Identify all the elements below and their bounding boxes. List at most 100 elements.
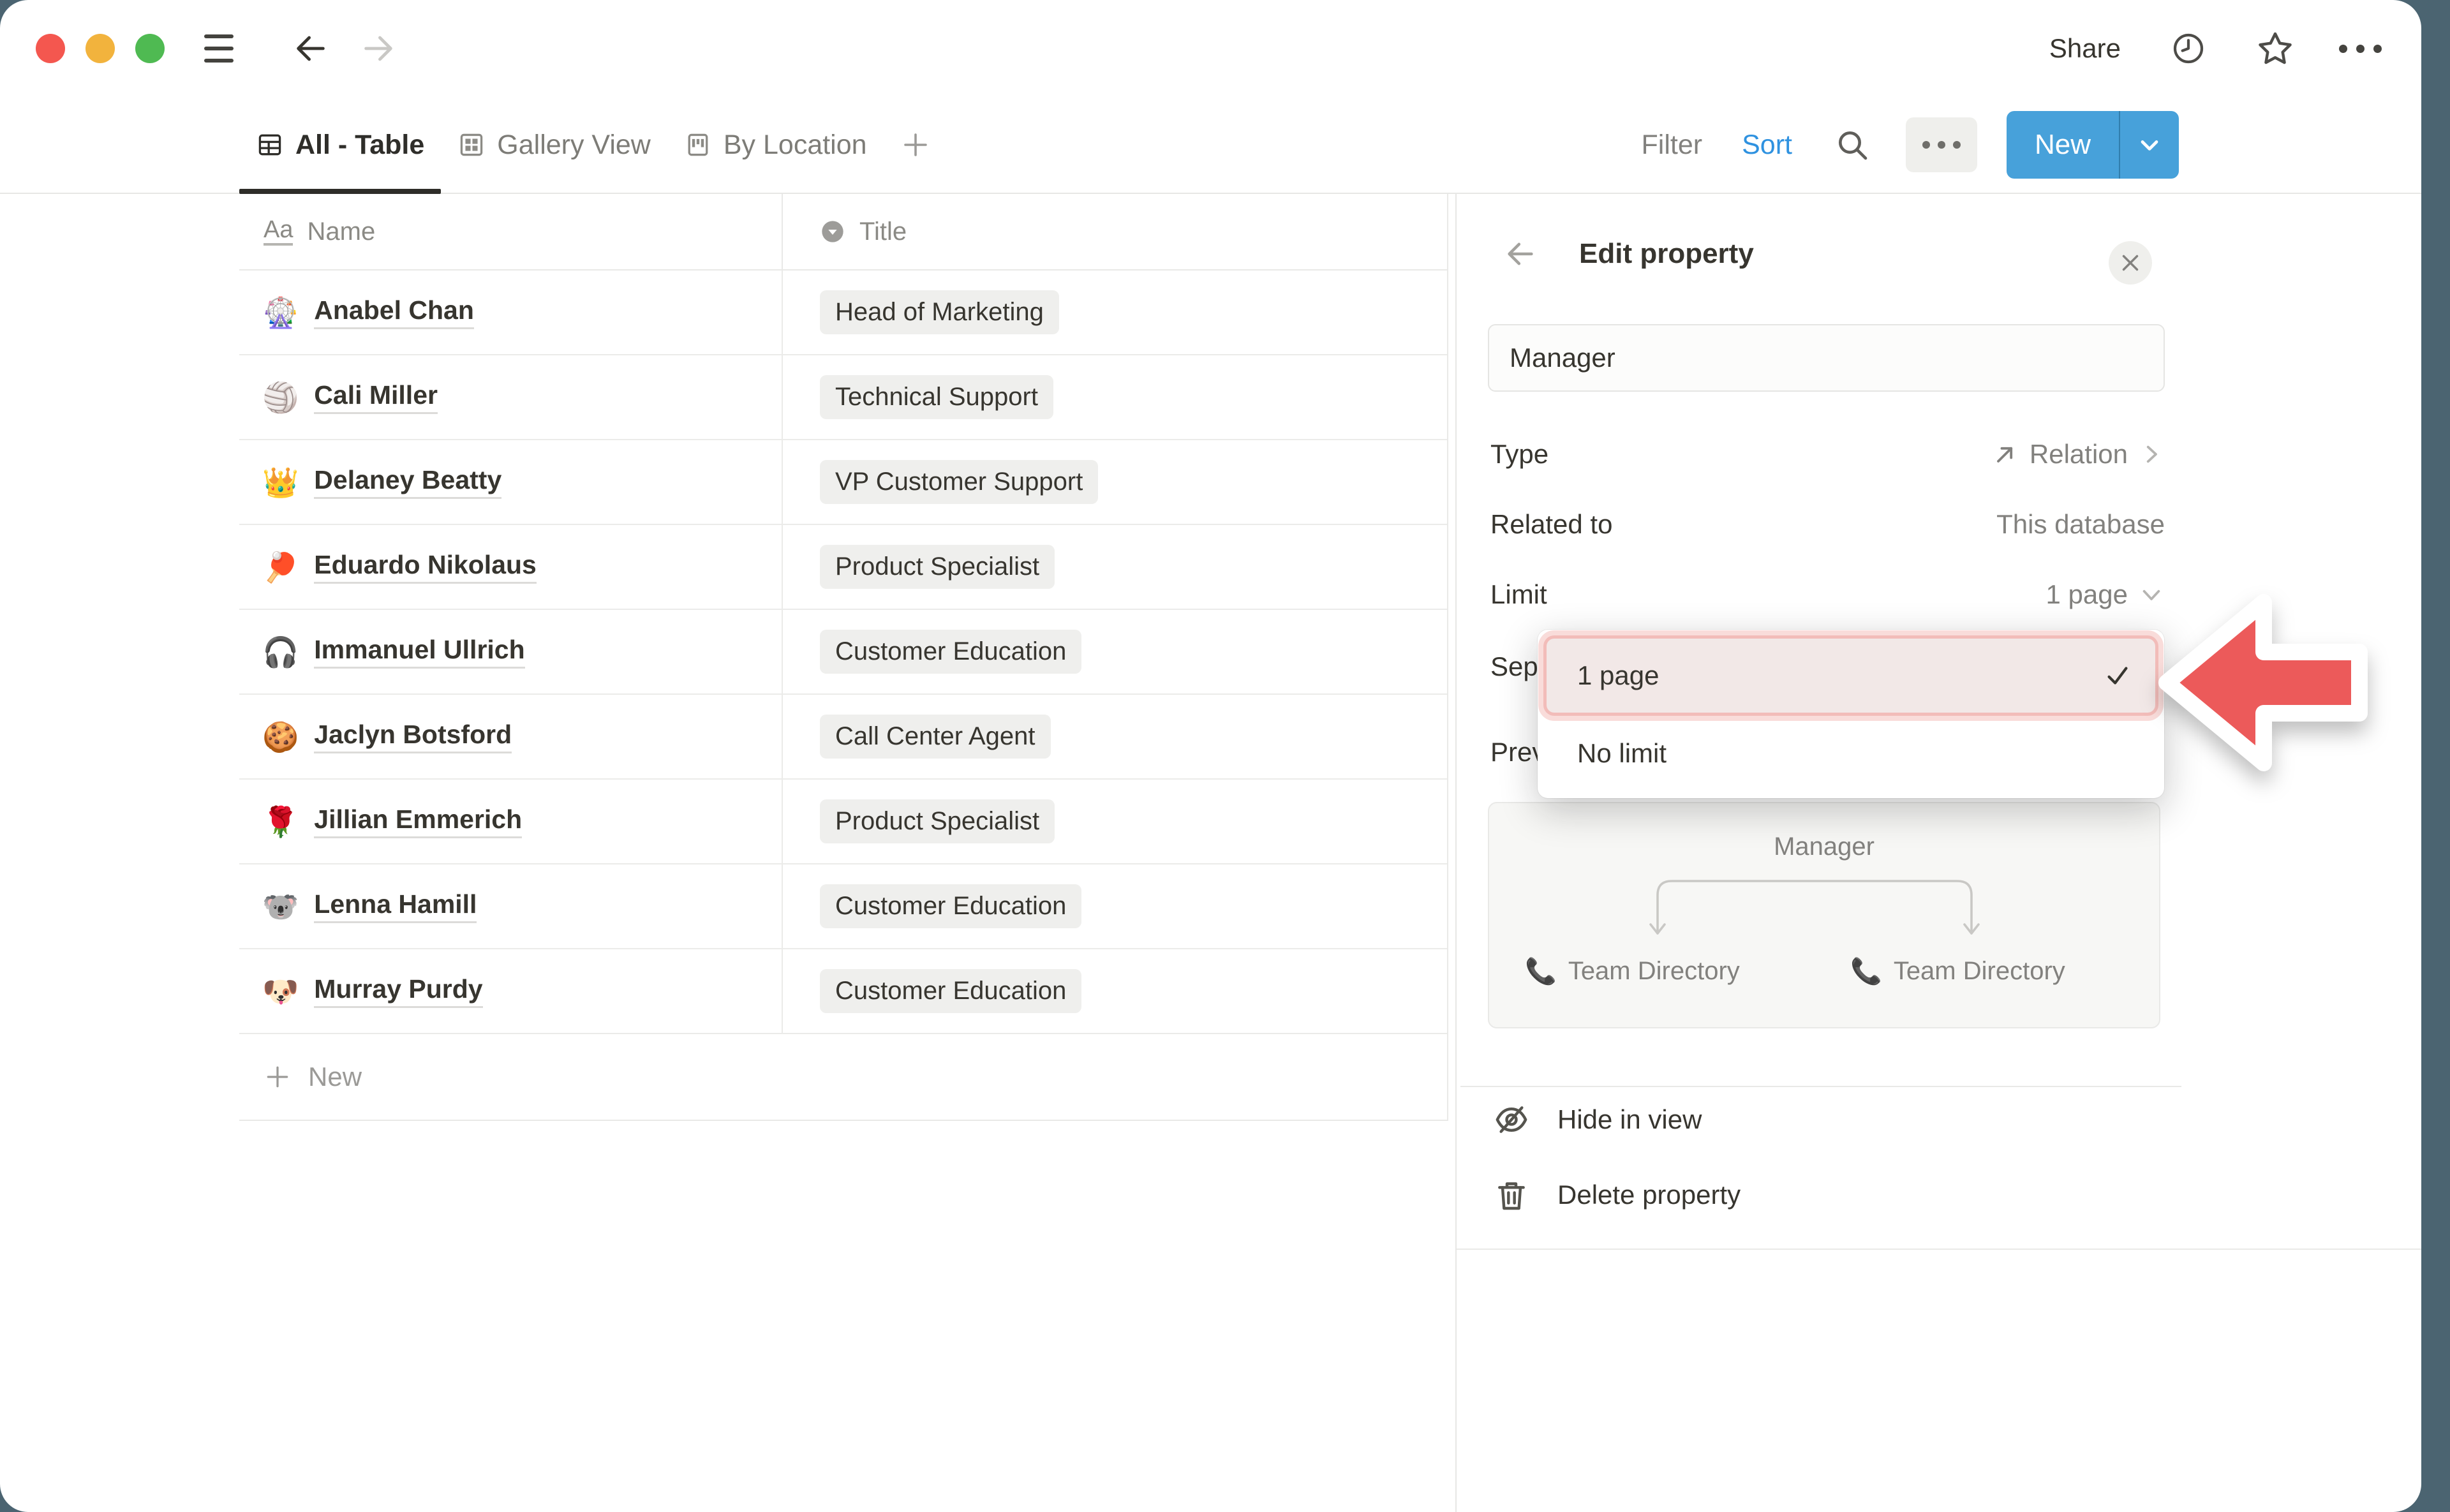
name-cell[interactable]: 🎡 Anabel Chan	[239, 271, 783, 354]
page-name-link[interactable]: Anabel Chan	[314, 295, 474, 329]
property-row-type[interactable]: Type Relation	[1490, 424, 2165, 485]
title-tag: Technical Support	[820, 375, 1053, 419]
back-arrow-icon[interactable]	[292, 30, 329, 67]
dropdown-option-no-limit[interactable]: No limit	[1547, 718, 2155, 789]
table-row[interactable]: 🌹 Jillian Emmerich Product Specialist	[239, 780, 1447, 864]
name-cell[interactable]: 🍪 Jaclyn Botsford	[239, 695, 783, 778]
property-row-related-to[interactable]: Related to This database	[1490, 494, 2165, 555]
tab-label: Gallery View	[497, 130, 651, 161]
tab-all-table[interactable]: All - Table	[239, 97, 441, 193]
new-row-button[interactable]: New	[239, 1034, 1447, 1120]
table-row[interactable]: 🏐 Cali Miller Technical Support	[239, 355, 1447, 440]
history-clock-icon[interactable]	[2171, 31, 2206, 66]
app-window: Share All - Table Gallery View By Locati…	[0, 0, 2421, 1512]
filter-button[interactable]: Filter	[1642, 130, 1703, 161]
column-header-name[interactable]: Aa Name	[239, 194, 783, 269]
page-name-link[interactable]: Cali Miller	[314, 380, 438, 414]
close-icon	[2119, 251, 2142, 274]
title-cell[interactable]: Customer Education	[783, 864, 1447, 948]
checkmark-icon	[2103, 661, 2132, 690]
page-emoji-icon: 🏐	[262, 383, 299, 412]
name-cell[interactable]: 👑 Delaney Beatty	[239, 440, 783, 524]
add-view-plus-icon[interactable]	[900, 130, 931, 160]
table-row[interactable]: 🎡 Anabel Chan Head of Marketing	[239, 271, 1447, 355]
table-row[interactable]: 🍪 Jaclyn Botsford Call Center Agent	[239, 695, 1447, 780]
page-emoji-icon: 🌹	[262, 807, 299, 836]
title-cell[interactable]: Customer Education	[783, 949, 1447, 1033]
preview-child-item: 📞 Team Directory	[1525, 956, 1740, 986]
table-row[interactable]: 🐶 Murray Purdy Customer Education	[239, 949, 1447, 1034]
page-name-link[interactable]: Eduardo Nikolaus	[314, 550, 537, 584]
share-button[interactable]: Share	[2049, 33, 2121, 64]
hide-in-view-button[interactable]: Hide in view	[1494, 1091, 2132, 1148]
title-cell[interactable]: Product Specialist	[783, 525, 1447, 609]
page-name-link[interactable]: Delaney Beatty	[314, 465, 501, 499]
more-view-options-button[interactable]	[1906, 117, 1977, 172]
delete-property-button[interactable]: Delete property	[1494, 1166, 2132, 1224]
more-options-icon[interactable]	[2339, 45, 2382, 53]
panel-close-button[interactable]	[2109, 241, 2152, 285]
active-tab-underline	[239, 189, 441, 194]
panel-back-arrow-icon[interactable]	[1504, 237, 1537, 271]
preview-child-label: Team Directory	[1568, 957, 1740, 986]
column-header-title[interactable]: Title	[783, 194, 1447, 269]
name-cell[interactable]: 🐨 Lenna Hamill	[239, 864, 783, 948]
page-emoji-icon: 🐨	[262, 892, 299, 921]
page-name-link[interactable]: Jaclyn Botsford	[314, 720, 512, 753]
new-button-chevron-down-icon[interactable]	[2120, 111, 2179, 179]
tab-label: All - Table	[295, 130, 424, 161]
name-cell[interactable]: 🏐 Cali Miller	[239, 355, 783, 439]
property-value: This database	[1996, 509, 2165, 540]
property-name-input[interactable]: Manager	[1488, 324, 2165, 392]
column-header-label: Title	[859, 218, 907, 246]
tab-gallery-view[interactable]: Gallery View	[441, 97, 667, 193]
favorite-star-icon[interactable]	[2256, 29, 2294, 68]
close-window-button[interactable]	[36, 34, 65, 63]
new-button-label[interactable]: New	[2007, 111, 2119, 179]
title-cell[interactable]: VP Customer Support	[783, 440, 1447, 524]
database-table: Aa Name Title 🎡 Anabel Chan Head of Mark…	[239, 194, 1448, 1121]
preview-root-label: Manager	[1489, 833, 2159, 861]
table-row[interactable]: 👑 Delaney Beatty VP Customer Support	[239, 440, 1447, 525]
dropdown-option-1-page[interactable]: 1 page	[1547, 639, 2155, 713]
tab-label: By Location	[724, 130, 867, 161]
name-cell[interactable]: 🏓 Eduardo Nikolaus	[239, 525, 783, 609]
page-name-link[interactable]: Lenna Hamill	[314, 889, 477, 923]
title-cell[interactable]: Head of Marketing	[783, 271, 1447, 354]
table-row[interactable]: 🏓 Eduardo Nikolaus Product Specialist	[239, 525, 1447, 610]
chevron-down-icon	[2138, 581, 2165, 608]
name-cell[interactable]: 🌹 Jillian Emmerich	[239, 780, 783, 863]
table-row[interactable]: 🐨 Lenna Hamill Customer Education	[239, 864, 1447, 949]
name-cell[interactable]: 🎧 Immanuel Ullrich	[239, 610, 783, 693]
property-label: Type	[1490, 439, 1548, 470]
limit-dropdown-menu: 1 page No limit	[1538, 630, 2164, 798]
table-header-row: Aa Name Title	[239, 194, 1447, 271]
forward-arrow-icon[interactable]	[360, 30, 397, 67]
title-tag: VP Customer Support	[820, 460, 1098, 504]
tab-by-location[interactable]: By Location	[667, 97, 884, 193]
relation-preview-card: Manager 📞 Team Directory 📞 Team Director…	[1488, 802, 2160, 1028]
page-emoji-icon: 🍪	[262, 722, 299, 752]
sort-button[interactable]: Sort	[1742, 130, 1792, 161]
trash-icon	[1494, 1177, 1529, 1213]
preview-child-label: Team Directory	[1894, 957, 2065, 986]
table-row[interactable]: 🎧 Immanuel Ullrich Customer Education	[239, 610, 1447, 695]
title-cell[interactable]: Product Specialist	[783, 780, 1447, 863]
new-button[interactable]: New	[2007, 111, 2179, 179]
panel-divider	[1460, 1086, 2181, 1087]
minimize-window-button[interactable]	[85, 34, 115, 63]
menu-icon[interactable]	[204, 34, 234, 63]
zoom-window-button[interactable]	[135, 34, 165, 63]
view-tabbar: All - Table Gallery View By Location Fil…	[0, 97, 2421, 194]
title-cell[interactable]: Call Center Agent	[783, 695, 1447, 778]
page-name-link[interactable]: Murray Purdy	[314, 974, 482, 1008]
title-cell[interactable]: Technical Support	[783, 355, 1447, 439]
page-emoji-icon: 🐶	[262, 977, 299, 1006]
table-area: Aa Name Title 🎡 Anabel Chan Head of Mark…	[0, 194, 1457, 1512]
page-name-link[interactable]: Jillian Emmerich	[314, 804, 522, 838]
property-row-limit[interactable]: Limit 1 page	[1490, 564, 2165, 625]
page-name-link[interactable]: Immanuel Ullrich	[314, 635, 524, 669]
search-icon[interactable]	[1834, 127, 1870, 163]
name-cell[interactable]: 🐶 Murray Purdy	[239, 949, 783, 1033]
title-cell[interactable]: Customer Education	[783, 610, 1447, 693]
